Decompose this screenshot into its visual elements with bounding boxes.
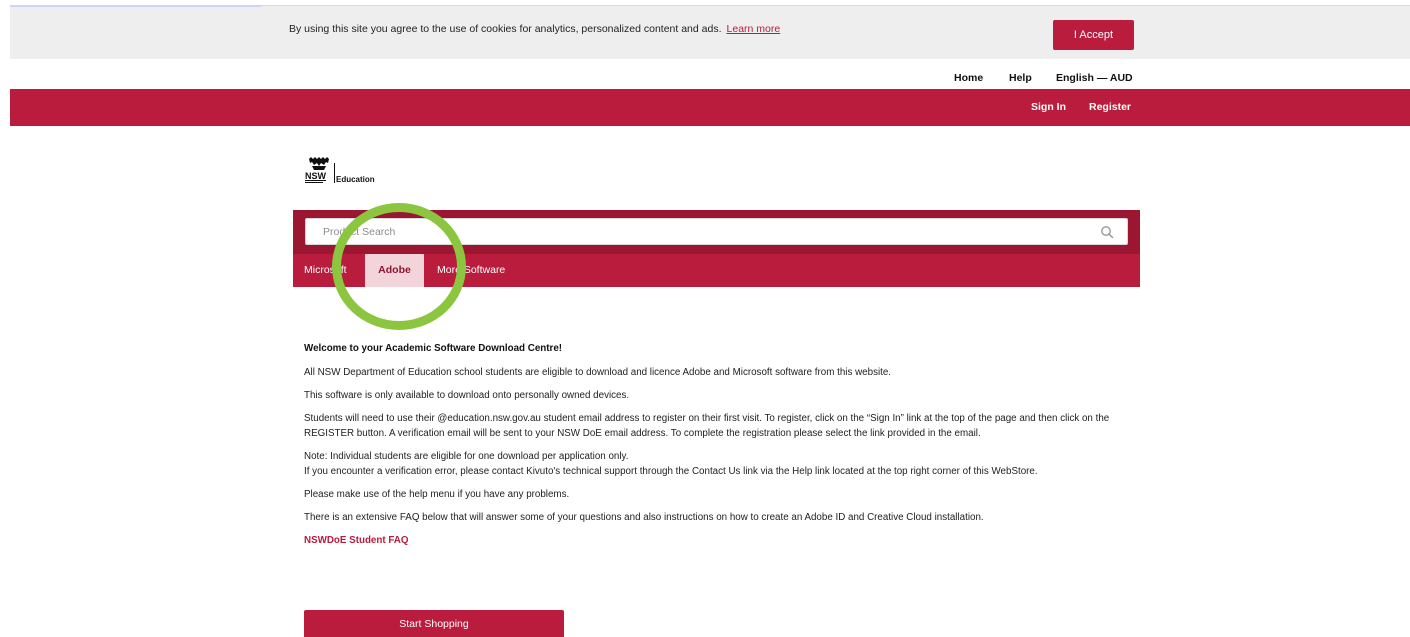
registration-text: Students will need to use their @educati… [304,413,1110,439]
verification-error-note: If you encounter a verification error, p… [304,466,1038,477]
student-faq-link[interactable]: NSWDoE Student FAQ [304,533,1144,548]
logo-divider [334,163,335,183]
help-text: Please make use of the help menu if you … [304,489,570,500]
device-text: This software is only available to downl… [304,390,630,401]
logo-text: Education [336,175,375,184]
product-search-input[interactable] [305,218,1128,245]
cookie-message: By using this site you agree to the use … [289,23,780,35]
tab-microsoft[interactable]: Microsoft [304,254,347,287]
tab-more-software[interactable]: More Software [437,254,505,287]
help-link[interactable]: Help [1009,72,1032,84]
cookie-banner: By using this site you agree to the use … [10,5,1410,59]
nsw-education-logo: NSW Education [304,157,424,185]
tab-adobe[interactable]: Adobe [365,254,424,287]
search-panel: Microsoft Adobe More Software [293,210,1140,287]
cookie-banner-accent [10,5,262,7]
eligibility-text: All NSW Department of Education school s… [304,367,892,378]
category-tabs: Microsoft Adobe More Software [293,254,1140,287]
learn-more-link[interactable]: Learn more [727,23,781,35]
waratah-icon: NSW [305,157,329,183]
svg-text:NSW: NSW [305,171,327,181]
note-paragraph: Note: Individual students are eligible f… [304,449,1144,479]
account-bar: Sign In Register [10,89,1410,126]
language-selector[interactable]: English — AUD [1056,72,1133,84]
start-shopping-button[interactable]: Start Shopping [304,610,564,637]
welcome-content: Welcome to your Academic Software Downlo… [304,341,1144,548]
search-icon[interactable] [1100,225,1114,239]
search-bar-area [293,210,1140,254]
home-link[interactable]: Home [954,72,983,84]
cookie-text: By using this site you agree to the use … [289,23,722,35]
faq-intro-text: There is an extensive FAQ below that wil… [304,512,984,523]
download-limit-note: Note: Individual students are eligible f… [304,451,629,462]
welcome-heading: Welcome to your Academic Software Downlo… [304,343,563,354]
accept-cookies-button[interactable]: I Accept [1053,20,1134,50]
utility-nav: Home Help English — AUD [0,72,1410,86]
register-link[interactable]: Register [1089,101,1131,113]
sign-in-link[interactable]: Sign In [1031,101,1066,113]
